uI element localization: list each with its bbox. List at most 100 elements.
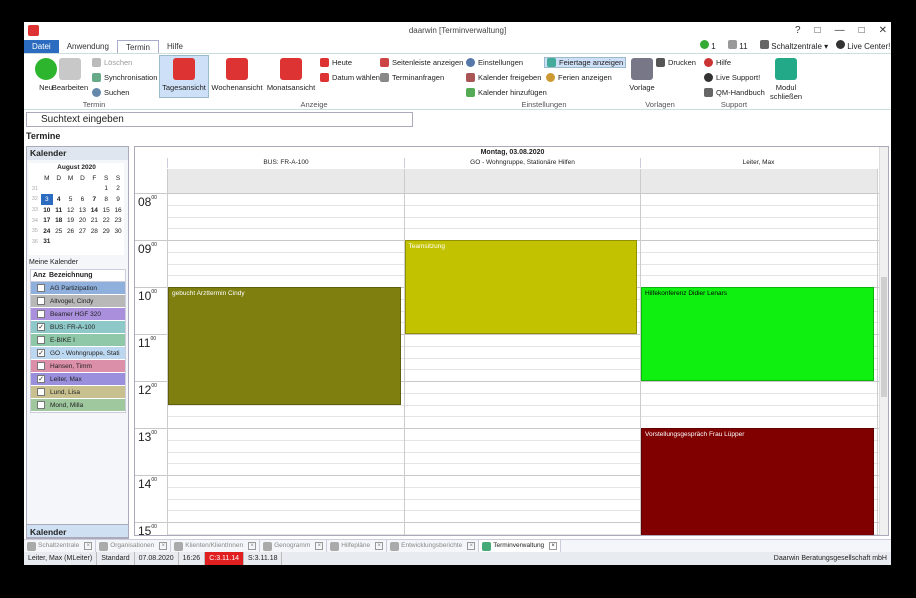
calendar-day[interactable]: 11 — [53, 205, 65, 216]
feiertage-button[interactable]: Feiertage anzeigen — [544, 57, 627, 68]
seitenleiste-button[interactable]: Seitenleiste anzeigen — [380, 58, 463, 67]
close-tab-icon[interactable]: × — [248, 542, 257, 550]
calendar-list-item[interactable]: ✓ GO - Wohngruppe, Stati — [31, 347, 125, 360]
calendar-day[interactable]: 9 — [112, 194, 124, 205]
calendar-day[interactable]: 18 — [53, 215, 65, 226]
calendar-list-item[interactable]: Mond, Milla — [31, 399, 125, 412]
calendar-checkbox[interactable] — [37, 284, 45, 292]
tab-termin[interactable]: Termin — [116, 40, 159, 53]
close-icon[interactable]: ✕ — [879, 22, 887, 40]
calendar-day[interactable]: 3 — [40, 194, 53, 205]
drucken-button[interactable]: Drucken — [656, 58, 696, 67]
calendar-list-item[interactable]: ✓ Leiter, Max — [31, 373, 125, 386]
calendar-checkbox[interactable] — [37, 336, 45, 344]
module-tab[interactable]: Schaltzentrale × — [24, 540, 97, 552]
calendar-checkbox[interactable]: ✓ — [37, 375, 45, 383]
calendar-list-item[interactable]: Lund, Lisa — [31, 386, 125, 399]
wochenansicht-button[interactable]: Wochenansicht — [211, 56, 263, 92]
calendar-day[interactable]: 13 — [77, 205, 89, 216]
heute-button[interactable]: Heute — [320, 58, 352, 67]
close-tab-icon[interactable]: × — [159, 542, 168, 550]
calendar-day[interactable]: 5 — [65, 194, 77, 205]
all-day-area[interactable] — [167, 169, 877, 193]
einstellungen-button[interactable]: Einstellungen — [466, 58, 523, 67]
modul-schliessen-button[interactable]: Modul schließen — [764, 56, 808, 101]
calendar-day[interactable]: 7 — [88, 194, 100, 205]
module-tab[interactable]: Hilfepläne × — [327, 540, 388, 552]
suchen-button[interactable]: Suchen — [92, 88, 129, 97]
kalender-footer[interactable]: Kalender — [26, 524, 129, 538]
calendar-checkbox[interactable] — [37, 297, 45, 305]
calendar-day[interactable]: 26 — [65, 226, 77, 237]
calendar-day[interactable]: 15 — [100, 205, 112, 216]
calendar-day[interactable]: 14 — [88, 205, 100, 216]
qm-handbuch-button[interactable]: QM-Handbuch — [704, 88, 765, 97]
notification-count[interactable]: 1 — [700, 40, 716, 53]
calendar-day[interactable]: 27 — [77, 226, 89, 237]
calendar-day[interactable]: 12 — [65, 205, 77, 216]
vertical-scrollbar[interactable] — [879, 147, 888, 535]
hilfe-button[interactable]: Hilfe — [704, 58, 731, 67]
calendar-day[interactable]: 21 — [88, 215, 100, 226]
calendar-day[interactable]: 23 — [112, 215, 124, 226]
sync-button[interactable]: Synchronisation — [92, 73, 157, 82]
calendar-day[interactable]: 10 — [41, 205, 53, 216]
module-tab[interactable]: Terminverwaltung × — [479, 540, 562, 552]
calendar-list-item[interactable]: Altvogel, Cindy — [31, 295, 125, 308]
maximize-icon[interactable]: □ — [859, 22, 865, 40]
loeschen-button[interactable]: Löschen — [92, 58, 132, 67]
monatsansicht-button[interactable]: Monatsansicht — [266, 56, 316, 92]
calendar-day[interactable]: 30 — [112, 226, 124, 237]
tab-hilfe[interactable]: Hilfe — [159, 40, 191, 53]
module-tab[interactable]: Genogramm × — [260, 540, 328, 552]
ferien-button[interactable]: Ferien anzeigen — [546, 73, 612, 82]
scrollbar-thumb[interactable] — [881, 277, 887, 397]
module-tab[interactable]: Klienten/KlientInnen × — [171, 540, 261, 552]
terminanfragen-button[interactable]: Terminanfragen — [380, 73, 444, 82]
calendar-list-item[interactable]: ✓ BUS: FR-A-100 — [31, 321, 125, 334]
live-support-button[interactable]: Live Support! — [704, 73, 760, 82]
calendar-checkbox[interactable]: ✓ — [37, 323, 45, 331]
appointment[interactable]: Teamsitzung — [404, 240, 637, 334]
appointment[interactable]: Vorstellungsgespräch Frau Lüpper — [641, 428, 874, 535]
close-tab-icon[interactable]: × — [84, 542, 93, 550]
calendar-list-item[interactable]: AG Partizipation — [31, 282, 125, 295]
calendar-day[interactable]: 20 — [77, 215, 89, 226]
module-tab[interactable]: Entwicklungsberichte × — [387, 540, 480, 552]
restore-icon[interactable]: □ — [815, 22, 821, 40]
calendar-checkbox[interactable]: ✓ — [37, 349, 45, 357]
live-center-link[interactable]: Live Center! — [836, 40, 890, 53]
calendar-day[interactable]: 31 — [41, 237, 53, 248]
calendar-day[interactable]: 29 — [100, 226, 112, 237]
appointment[interactable]: Hilfekonferenz Didier Lenars — [641, 287, 874, 381]
close-tab-icon[interactable]: × — [315, 542, 324, 550]
calendar-day[interactable]: 22 — [100, 215, 112, 226]
calendar-day[interactable]: 4 — [53, 194, 65, 205]
search-input[interactable]: Suchtext eingeben — [26, 112, 413, 127]
tab-anwendung[interactable]: Anwendung — [59, 40, 117, 53]
bearbeiten-button[interactable]: Bearbeiten — [48, 56, 92, 92]
calendar-day[interactable]: 28 — [88, 226, 100, 237]
calendar-day[interactable]: 24 — [41, 226, 53, 237]
calendar-day[interactable]: 17 — [41, 215, 53, 226]
help-icon[interactable]: ? — [795, 22, 801, 40]
schaltzentrale-dropdown[interactable]: Schaltzentrale ▾ — [760, 40, 828, 53]
calendar-list-item[interactable]: Beamer HGF 320 — [31, 308, 125, 321]
kalender-freigeben-button[interactable]: Kalender freigeben — [466, 73, 541, 82]
calendar-day[interactable]: 8 — [100, 194, 112, 205]
calendar-list-item[interactable]: E-BIKE I — [31, 334, 125, 347]
calendar-checkbox[interactable] — [37, 310, 45, 318]
calendar-day[interactable]: 19 — [65, 215, 77, 226]
calendar-checkbox[interactable] — [37, 388, 45, 396]
close-tab-icon[interactable]: × — [549, 542, 558, 550]
calendar-list-item[interactable]: Hansen, Timm — [31, 360, 125, 373]
datum-waehlen-button[interactable]: Datum wählen — [320, 73, 380, 82]
calendar-day[interactable]: 6 — [77, 194, 89, 205]
calendar-checkbox[interactable] — [37, 362, 45, 370]
message-count[interactable]: 11 — [728, 40, 748, 53]
tagesansicht-button[interactable]: Tagesansicht — [159, 55, 209, 98]
calendar-day[interactable]: 25 — [53, 226, 65, 237]
calendar-checkbox[interactable] — [37, 401, 45, 409]
module-tab[interactable]: Organisationen × — [96, 540, 172, 552]
close-tab-icon[interactable]: × — [375, 542, 384, 550]
